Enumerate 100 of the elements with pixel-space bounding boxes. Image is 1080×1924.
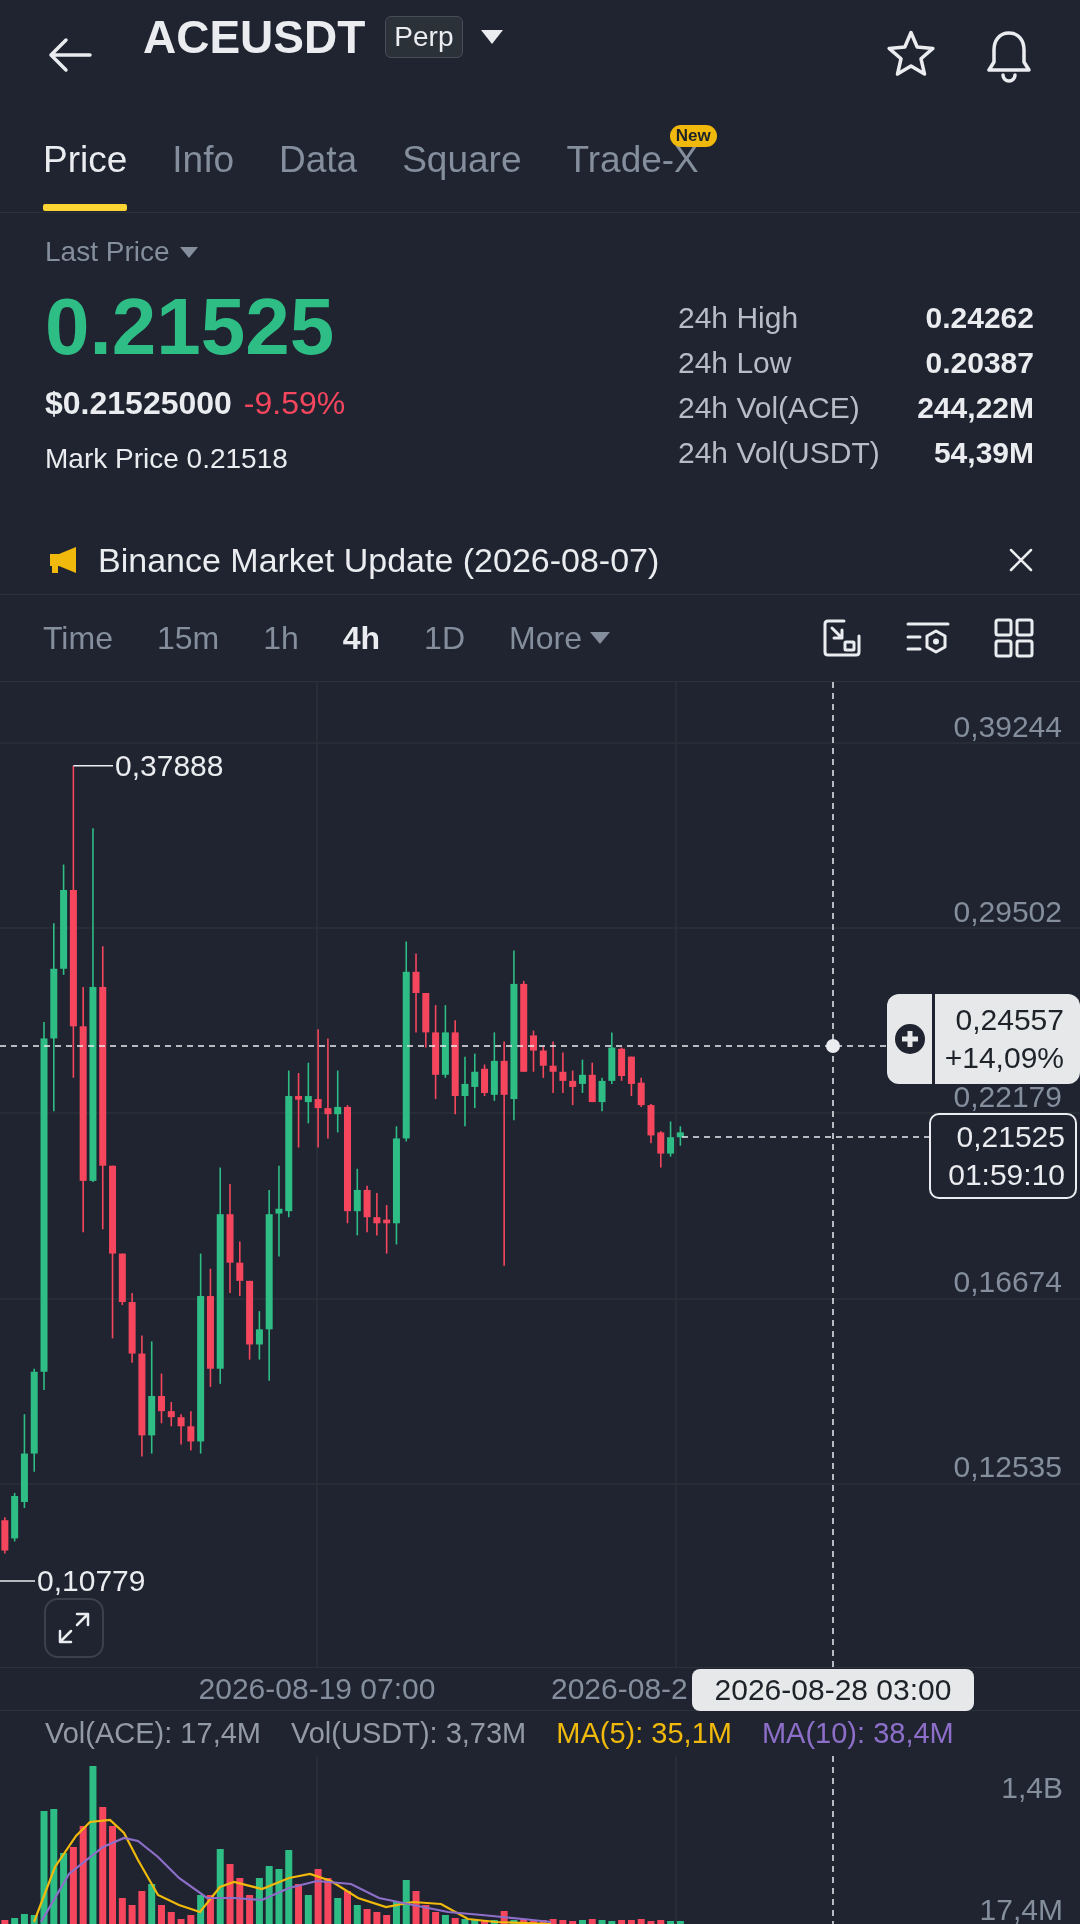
- candlestick: [1, 1516, 9, 1555]
- candlestick: [657, 1130, 665, 1169]
- volume-bar: [148, 1884, 156, 1924]
- tab[interactable]: Square: [402, 125, 522, 211]
- volume-bar: [265, 1866, 273, 1924]
- candlestick: [373, 1192, 381, 1237]
- volume-axis-label: 17,4M: [979, 1897, 1063, 1923]
- candlestick: [236, 1240, 244, 1297]
- usd-price: $0.21525000: [45, 384, 232, 423]
- candle-countdown: 01:59:10: [948, 1157, 1065, 1193]
- expand-button[interactable]: [44, 1598, 104, 1658]
- volume-bar: [412, 1891, 420, 1924]
- candlestick: [177, 1413, 185, 1446]
- candlestick: [559, 1051, 567, 1094]
- candlestick: [353, 1167, 361, 1237]
- candlestick: [363, 1184, 371, 1234]
- contract-type-badge: Perp: [385, 16, 463, 58]
- plus-circle-icon[interactable]: [895, 1024, 925, 1054]
- caret-down-icon[interactable]: [480, 30, 503, 44]
- price-axis-label: 0,29502: [953, 900, 1062, 924]
- mark-price: Mark Price 0.21518: [45, 442, 288, 476]
- volume-bar: [402, 1880, 410, 1924]
- announcement-text[interactable]: Binance Market Update (2026-08-07): [98, 539, 660, 580]
- volume-bar: [1, 1920, 9, 1924]
- volume-bar: [510, 1920, 518, 1924]
- volume-bar: [30, 1915, 38, 1924]
- volume-bar: [637, 1919, 645, 1924]
- caret-down-icon: [179, 246, 198, 258]
- volume-bar: [598, 1920, 606, 1924]
- volume-bar: [236, 1878, 244, 1924]
- volume-bar: [314, 1869, 322, 1924]
- candlestick: [334, 1069, 342, 1134]
- tab[interactable]: Price: [43, 125, 128, 211]
- interval-option[interactable]: 4h: [342, 618, 381, 658]
- volume-bar: [275, 1869, 283, 1924]
- interval-option[interactable]: 1D: [424, 618, 465, 658]
- crosshair-price: 0,24557: [955, 1002, 1064, 1038]
- volume-bar: [226, 1864, 234, 1924]
- interval-option[interactable]: 1h: [263, 618, 299, 658]
- volume-bar: [128, 1905, 136, 1924]
- arrow-in-square-icon[interactable]: [822, 618, 862, 658]
- price-axis-label: 0,12535: [953, 1455, 1062, 1479]
- last-price: 0.21525: [45, 285, 335, 369]
- interval-option[interactable]: 15m: [156, 618, 220, 658]
- crosshair-change: +14,09%: [944, 1040, 1064, 1076]
- crosshair-point-icon: [826, 1039, 840, 1053]
- stat-value: 54,39M: [932, 435, 1034, 471]
- candlestick: [187, 1410, 195, 1452]
- volume-indicator-label: Vol(USDT): 3,73M: [291, 1718, 527, 1748]
- volume-indicator-label: Vol(ACE): 17,4M: [45, 1718, 261, 1748]
- pair-title: ACEUSDT: [143, 11, 366, 63]
- candlestick: [608, 1031, 616, 1085]
- back-arrow-icon[interactable]: [48, 37, 92, 73]
- expand-arrows-icon: [57, 1611, 91, 1645]
- star-icon[interactable]: [885, 29, 937, 79]
- close-icon[interactable]: [1008, 546, 1034, 573]
- tab[interactable]: Info: [172, 125, 235, 211]
- volume-bar: [344, 1891, 351, 1924]
- volume-bar: [138, 1891, 146, 1924]
- candlestick: [471, 1052, 479, 1109]
- candlestick: [549, 1040, 557, 1094]
- stat-label: 24h Vol(USDT): [678, 435, 880, 471]
- candlestick: [647, 1103, 655, 1145]
- time-axis-label: 2026-08-19 07:00: [198, 1671, 436, 1707]
- high-price-label: 0,37888: [115, 749, 224, 783]
- volume-bar: [353, 1905, 361, 1924]
- volume-bar: [324, 1878, 332, 1924]
- price-change: -9.59%: [243, 384, 346, 423]
- tab[interactable]: Trade-X New: [566, 125, 717, 211]
- last-price-value: 0,21525: [956, 1119, 1065, 1155]
- grid-icon[interactable]: [994, 618, 1034, 658]
- caret-down-icon: [589, 632, 610, 644]
- volume-axis-label: 1,4B: [1001, 1775, 1063, 1801]
- volume-bar: [471, 1920, 479, 1924]
- stat-label: 24h High: [678, 300, 800, 336]
- volume-bar: [588, 1919, 596, 1924]
- candlestick: [530, 1029, 537, 1073]
- candlestick: [422, 992, 430, 1049]
- low-leader-line: [0, 1580, 36, 1582]
- low-price-label: 0,10779: [37, 1564, 146, 1598]
- stat-value: 0.20387: [924, 345, 1034, 381]
- volume-bar: [530, 1921, 537, 1924]
- bell-icon[interactable]: [985, 29, 1033, 83]
- volume-bar: [167, 1912, 175, 1924]
- volume-bar: [363, 1909, 371, 1924]
- volume-bar: [451, 1918, 459, 1924]
- candlestick: [128, 1292, 136, 1364]
- candlestick: [167, 1401, 175, 1428]
- tab[interactable]: Data: [279, 125, 358, 211]
- volume-indicator-label: MA(10): 38,4M: [761, 1718, 954, 1748]
- price-type-selector[interactable]: Last Price: [45, 237, 198, 267]
- candlestick: [588, 1061, 596, 1103]
- candlestick: [539, 1045, 547, 1079]
- interval-option[interactable]: Time: [43, 618, 113, 658]
- volume-bar: [158, 1905, 165, 1924]
- price-axis-label: 0,16674: [953, 1270, 1062, 1294]
- volume-bar: [461, 1919, 469, 1924]
- stat-label: 24h Low: [678, 345, 793, 381]
- list-hexagon-icon[interactable]: [906, 620, 950, 656]
- interval-option[interactable]: More: [509, 618, 610, 658]
